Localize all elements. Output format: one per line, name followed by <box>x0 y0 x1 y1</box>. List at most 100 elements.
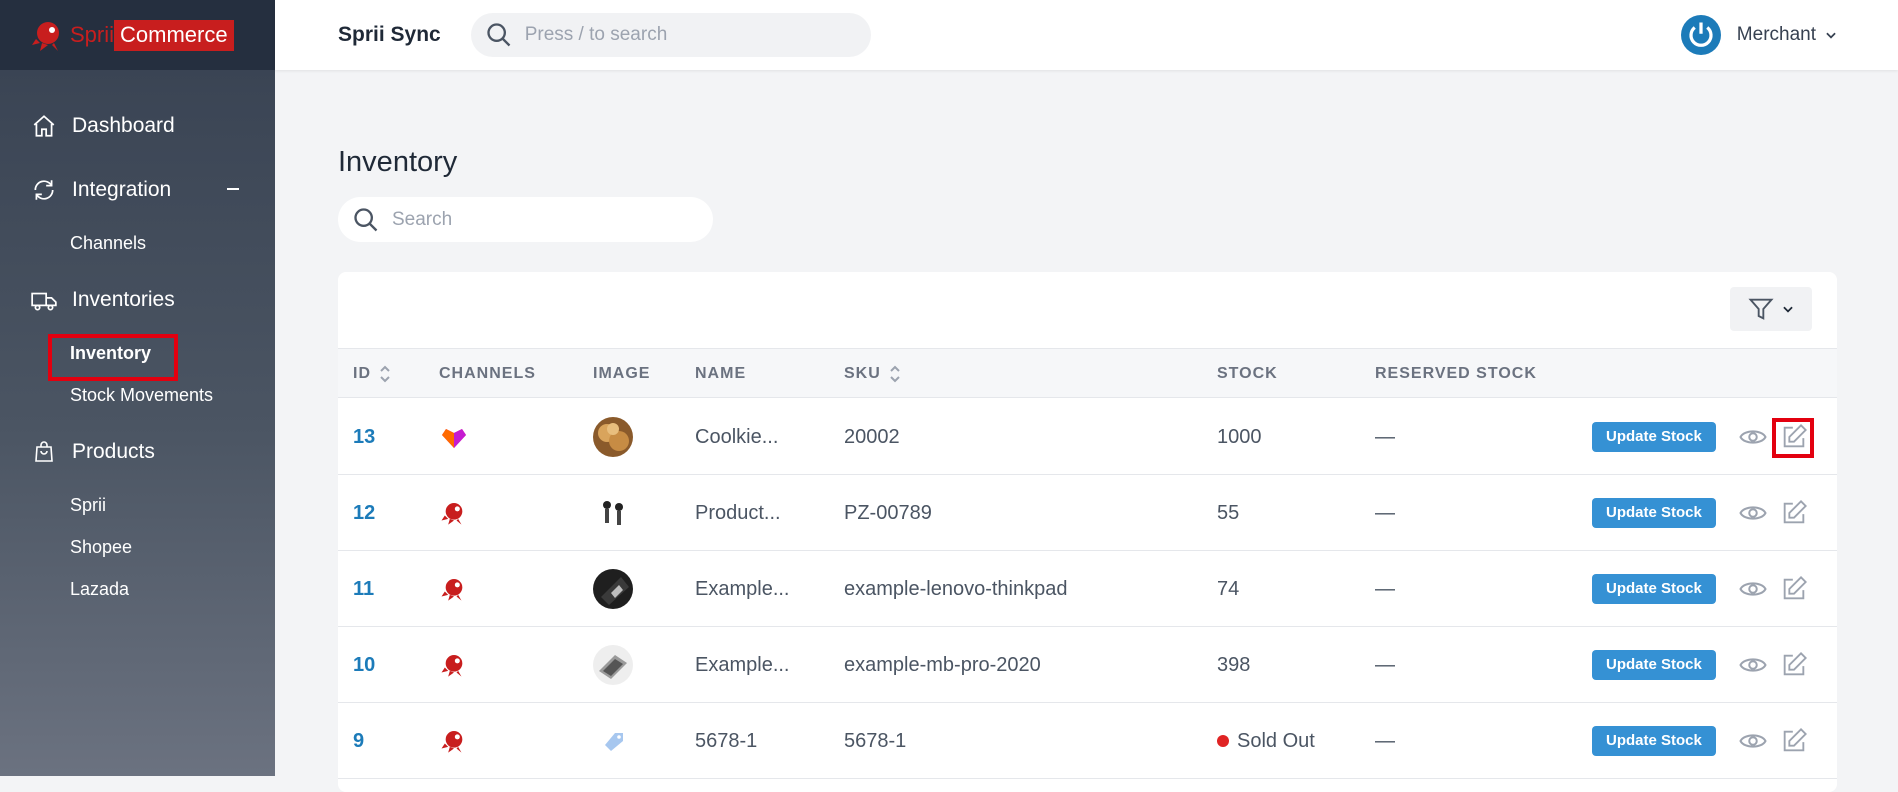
sku-cell: example-lenovo-thinkpad <box>844 577 1068 600</box>
sidebar-item-inventories[interactable]: Inventories <box>0 268 275 332</box>
column-label-channels: CHANNELS <box>439 365 536 382</box>
product-thumbnail <box>593 493 633 533</box>
highlight-box-edit <box>1772 418 1814 458</box>
inventory-search[interactable] <box>338 197 713 242</box>
edit-icon[interactable] <box>1780 727 1808 755</box>
update-stock-button[interactable]: Update Stock <box>1592 574 1716 604</box>
stock-cell: Sold Out <box>1217 703 1315 779</box>
reserved-stock-cell: — <box>1375 425 1395 448</box>
sprii-icon <box>441 655 463 677</box>
logo[interactable]: Sprii Commerce <box>0 0 275 70</box>
row-id-link[interactable]: 9 <box>353 703 364 779</box>
column-header-image: IMAGE <box>593 349 650 399</box>
update-stock-button[interactable]: Update Stock <box>1592 726 1716 756</box>
edit-icon[interactable] <box>1780 575 1808 603</box>
product-thumbnail <box>593 645 633 685</box>
user-name: Merchant <box>1736 24 1816 45</box>
column-header-sku[interactable]: SKU <box>844 349 901 399</box>
sidebar-item-dashboard[interactable]: Dashboard <box>0 94 275 158</box>
sku-cell: 20002 <box>844 425 900 448</box>
eye-icon[interactable] <box>1738 574 1768 604</box>
table-row: 11 Example... example-lenovo-thinkpad 74 — Up… <box>338 551 1837 627</box>
logo-text-commerce: Commerce <box>114 19 234 51</box>
eye-icon[interactable] <box>1738 726 1768 756</box>
edit-cell <box>1780 703 1808 779</box>
stock-cell: 74 <box>1217 551 1239 627</box>
channel-cell <box>439 627 469 703</box>
search-icon <box>487 23 511 47</box>
power-icon <box>1689 22 1713 47</box>
sidebar-label-inventories: Inventories <box>72 288 175 311</box>
lazada-icon <box>442 429 466 448</box>
sort-icon <box>890 365 900 383</box>
row-id-link[interactable]: 13 <box>353 399 375 475</box>
update-stock-button[interactable]: Update Stock <box>1592 422 1716 452</box>
update-stock-button[interactable]: Update Stock <box>1592 650 1716 680</box>
update-stock-button[interactable]: Update Stock <box>1592 498 1716 528</box>
topbar: Sprii Sync Merchant <box>275 0 1898 70</box>
column-label-sku: SKU <box>844 365 881 382</box>
name-cell: Product... <box>695 501 781 524</box>
sidebar-item-products[interactable]: Products <box>0 420 275 484</box>
collapse-icon[interactable] <box>227 188 239 190</box>
sidebar-label-dashboard: Dashboard <box>72 114 175 137</box>
sidebar-item-sprii[interactable]: Sprii <box>0 484 275 526</box>
sort-icon <box>380 365 390 383</box>
channel-cell <box>439 475 469 551</box>
table-row: 10 Example... example-mb-pro-2020 398 — Updat… <box>338 627 1837 703</box>
sku-cell: 5678-1 <box>844 729 907 752</box>
image-cell <box>593 627 633 703</box>
row-id-link[interactable]: 11 <box>353 551 374 627</box>
reserved-stock-cell: — <box>1375 653 1395 676</box>
update-stock-cell: Update Stock <box>1592 551 1716 627</box>
table-header: ID CHANNELS IMAGE NAME SKU STOCK RESERVE… <box>338 348 1837 398</box>
view-cell <box>1738 399 1768 475</box>
sidebar-item-shopee[interactable]: Shopee <box>0 526 275 568</box>
edit-cell <box>1780 475 1808 551</box>
inventory-table-card: ID CHANNELS IMAGE NAME SKU STOCK RESERVE… <box>338 272 1837 792</box>
table-row: 12 Product... PZ-00789 55 — Update Stock <box>338 475 1837 551</box>
edit-cell <box>1780 627 1808 703</box>
column-label-image: IMAGE <box>593 365 651 382</box>
sidebar: Sprii Commerce Dashboard Integration Cha… <box>0 0 275 776</box>
name-cell: Example... <box>695 653 790 676</box>
global-search[interactable] <box>470 13 871 57</box>
row-id-link[interactable]: 12 <box>353 475 375 551</box>
eye-icon[interactable] <box>1738 650 1768 680</box>
name-cell: 5678-1 <box>695 729 758 752</box>
name-cell: Example... <box>695 577 790 600</box>
view-cell <box>1738 475 1768 551</box>
sprii-icon <box>441 503 463 525</box>
filter-button[interactable] <box>1730 287 1812 331</box>
user-menu[interactable]: Merchant <box>1680 12 1838 58</box>
sidebar-item-channels[interactable]: Channels <box>0 222 275 264</box>
product-thumbnail <box>593 569 633 609</box>
stock-value: 55 <box>1217 501 1240 524</box>
image-cell <box>593 399 633 475</box>
global-search-input[interactable] <box>524 24 825 46</box>
truck-icon <box>30 286 58 314</box>
channel-cell <box>439 703 469 779</box>
stock-value: 74 <box>1217 577 1240 600</box>
stock-cell: 55 <box>1217 475 1239 551</box>
column-label-name: NAME <box>695 365 747 382</box>
sprii-icon <box>441 731 463 753</box>
image-cell <box>593 475 633 551</box>
avatar <box>1680 15 1721 55</box>
column-header-name: NAME <box>695 349 746 399</box>
sku-cell: example-mb-pro-2020 <box>844 653 1041 676</box>
edit-icon[interactable] <box>1780 499 1808 527</box>
column-header-id[interactable]: ID <box>353 349 391 399</box>
update-stock-cell: Update Stock <box>1592 475 1716 551</box>
sidebar-item-lazada[interactable]: Lazada <box>0 568 275 610</box>
column-label-id: ID <box>353 365 371 382</box>
edit-icon[interactable] <box>1780 651 1808 679</box>
sidebar-item-integration[interactable]: Integration <box>0 158 275 222</box>
inventory-search-input[interactable] <box>392 208 692 231</box>
eye-icon[interactable] <box>1738 422 1768 452</box>
eye-icon[interactable] <box>1738 498 1768 528</box>
view-cell <box>1738 551 1768 627</box>
row-id-link[interactable]: 10 <box>353 627 375 703</box>
home-icon <box>30 112 58 140</box>
filter-icon <box>1748 298 1774 320</box>
